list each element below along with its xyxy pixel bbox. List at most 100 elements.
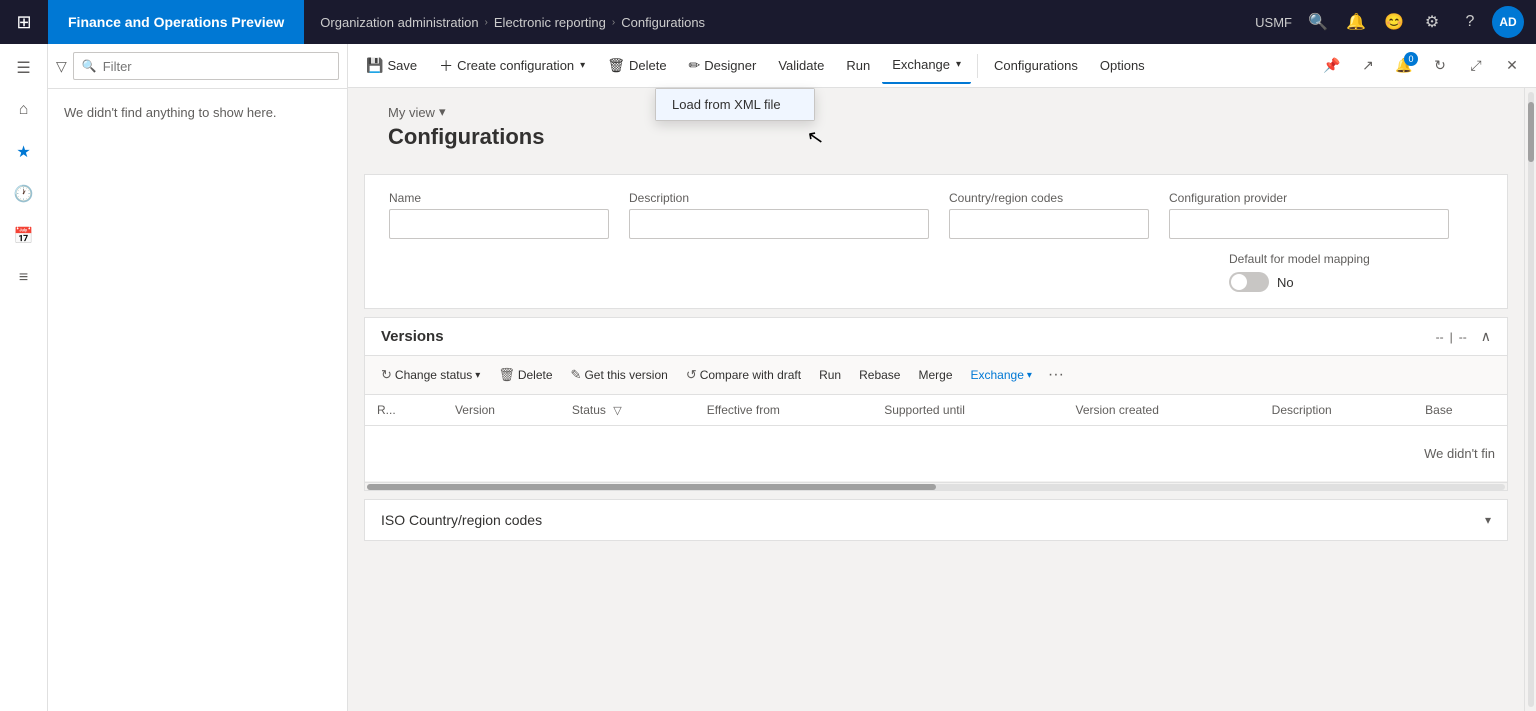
my-view-row[interactable]: My view ▾ — [388, 104, 1484, 120]
run-button[interactable]: Run — [836, 48, 880, 84]
page-header: My view ▾ Configurations — [364, 88, 1508, 174]
form-row-1: Name Description Country/region codes — [389, 191, 1483, 239]
vtb-delete-button[interactable]: 🗑 Delete — [490, 360, 560, 390]
version-table-wrapper: R... Version Status ▽ Effective from Sup… — [365, 395, 1507, 482]
col-r: R... — [365, 395, 443, 426]
avatar[interactable]: AD — [1492, 6, 1524, 38]
breadcrumb-org[interactable]: Organization administration — [320, 15, 478, 30]
vtb-rebase-button[interactable]: Rebase — [851, 360, 908, 390]
expand-icon[interactable]: ⤢ — [1460, 50, 1492, 82]
vtb-delete-icon: 🗑 — [498, 367, 515, 383]
configurations-tab[interactable]: Configurations — [984, 48, 1088, 84]
validate-button[interactable]: Validate — [768, 48, 834, 84]
change-status-button[interactable]: ↻ Change status ▾ — [373, 360, 488, 390]
iso-section: ISO Country/region codes ▾ — [364, 499, 1508, 541]
apps-button[interactable]: ⊞ — [0, 0, 48, 44]
app-title: Finance and Operations Preview — [48, 0, 304, 44]
versions-actions: -- | -- ∧ — [1436, 328, 1491, 345]
sidebar-menu-icon[interactable]: ☰ — [4, 48, 44, 88]
col-supported-until: Supported until — [872, 395, 1063, 426]
close-icon[interactable]: ✕ — [1496, 50, 1528, 82]
sidebar-home-icon[interactable]: ⌂ — [4, 90, 44, 130]
country-input[interactable] — [949, 209, 1149, 239]
form-section: Name Description Country/region codes — [364, 174, 1508, 309]
name-input[interactable] — [389, 209, 609, 239]
breadcrumb: Organization administration › Electronic… — [304, 15, 1243, 30]
change-status-icon: ↻ — [381, 367, 392, 383]
get-version-button[interactable]: ✎ Get this version — [563, 360, 676, 390]
versions-scrollbar[interactable] — [365, 482, 1507, 490]
save-icon: 💾 — [366, 57, 383, 74]
breadcrumb-configs[interactable]: Configurations — [621, 15, 705, 30]
user-company: USMF — [1255, 15, 1292, 30]
compare-draft-button[interactable]: ↺ Compare with draft — [678, 360, 809, 390]
share-icon[interactable]: ↗ — [1352, 50, 1384, 82]
form-row-2: Default for model mapping — [389, 251, 1483, 266]
bell-icon[interactable]: 🔔 — [1340, 6, 1372, 38]
provider-input[interactable] — [1169, 209, 1449, 239]
notify-icon[interactable]: 🔔 0 — [1388, 50, 1420, 82]
versions-section: Versions -- | -- ∧ ↻ — [364, 317, 1508, 491]
exchange-button[interactable]: Exchange ▾ — [882, 48, 971, 84]
iso-header[interactable]: ISO Country/region codes ▾ — [365, 500, 1507, 540]
versions-dash-right: -- — [1459, 330, 1467, 344]
top-nav-right: USMF 🔍 🔔 😊 ⚙ ? AD — [1243, 6, 1536, 38]
compare-draft-icon: ↺ — [686, 367, 697, 383]
search-input[interactable] — [103, 59, 330, 74]
right-scrollbar[interactable] — [1524, 88, 1536, 711]
refresh-icon[interactable]: ↻ — [1424, 50, 1456, 82]
status-filter-icon[interactable]: ▽ — [613, 405, 621, 417]
designer-button[interactable]: ✏ Designer — [679, 48, 767, 84]
settings-icon[interactable]: ⚙ — [1416, 6, 1448, 38]
sidebar-clock-icon[interactable]: 🕐 — [4, 174, 44, 214]
create-icon: ＋ — [439, 56, 453, 76]
options-button[interactable]: Options — [1090, 48, 1155, 84]
content-wrapper: My view ▾ Configurations Name — [348, 88, 1536, 711]
sidebar-star-icon[interactable]: ★ — [4, 132, 44, 172]
right-content: 💾 Save ＋ Create configuration ▾ 🗑 Delete… — [348, 44, 1536, 711]
help-icon[interactable]: ? — [1454, 6, 1486, 38]
form-group-description: Description — [629, 191, 929, 239]
default-mapping-toggle[interactable] — [1229, 272, 1269, 292]
versions-collapse-icon[interactable]: ∧ — [1481, 328, 1491, 345]
command-bar: 💾 Save ＋ Create configuration ▾ 🗑 Delete… — [348, 44, 1536, 88]
breadcrumb-sep-2: › — [612, 17, 615, 28]
delete-button[interactable]: 🗑 Delete — [597, 48, 676, 84]
vtb-more-button[interactable]: ··· — [1042, 366, 1070, 384]
vtb-run-button[interactable]: Run — [811, 360, 849, 390]
col-version: Version — [443, 395, 560, 426]
left-panel: ▽ 🔍 We didn't find anything to show here… — [48, 44, 348, 711]
vtb-merge-button[interactable]: Merge — [910, 360, 960, 390]
delete-icon: 🗑 — [607, 57, 625, 74]
col-base: Base — [1413, 395, 1507, 426]
toggle-value: No — [1277, 275, 1294, 290]
form-group-provider: Configuration provider — [1169, 191, 1449, 239]
smiley-icon[interactable]: 😊 — [1378, 6, 1410, 38]
load-xml-file-item[interactable]: Load from XML file — [656, 89, 814, 120]
create-configuration-button[interactable]: ＋ Create configuration ▾ — [429, 48, 595, 84]
description-label: Description — [629, 191, 929, 205]
my-view-label: My view — [388, 105, 435, 120]
col-version-created: Version created — [1064, 395, 1260, 426]
pin-icon[interactable]: 📌 — [1316, 50, 1348, 82]
search-box: 🔍 — [73, 52, 339, 80]
scrollbar-thumb — [1528, 102, 1534, 162]
form-group-country: Country/region codes — [949, 191, 1149, 239]
sidebar-icons: ☰ ⌂ ★ 🕐 📅 ≡ — [0, 44, 48, 711]
form-group-name: Name — [389, 191, 609, 239]
apps-grid-icon: ⊞ — [16, 12, 31, 33]
breadcrumb-er[interactable]: Electronic reporting — [494, 15, 606, 30]
search-nav-icon[interactable]: 🔍 — [1302, 6, 1334, 38]
default-mapping-label: Default for model mapping — [1229, 251, 1370, 266]
col-description: Description — [1260, 395, 1413, 426]
country-label: Country/region codes — [949, 191, 1149, 205]
page-content: My view ▾ Configurations Name — [348, 88, 1524, 541]
scroll-track — [367, 484, 1505, 490]
sidebar-calendar-icon[interactable]: 📅 — [4, 216, 44, 256]
sidebar-list-icon[interactable]: ≡ — [4, 258, 44, 298]
save-button[interactable]: 💾 Save — [356, 48, 427, 84]
description-input[interactable] — [629, 209, 929, 239]
vtb-exchange-button[interactable]: Exchange ▾ — [963, 360, 1040, 390]
exchange-dropdown-popup: Load from XML file ↖ — [655, 88, 815, 121]
page-title: Configurations — [388, 124, 1484, 150]
